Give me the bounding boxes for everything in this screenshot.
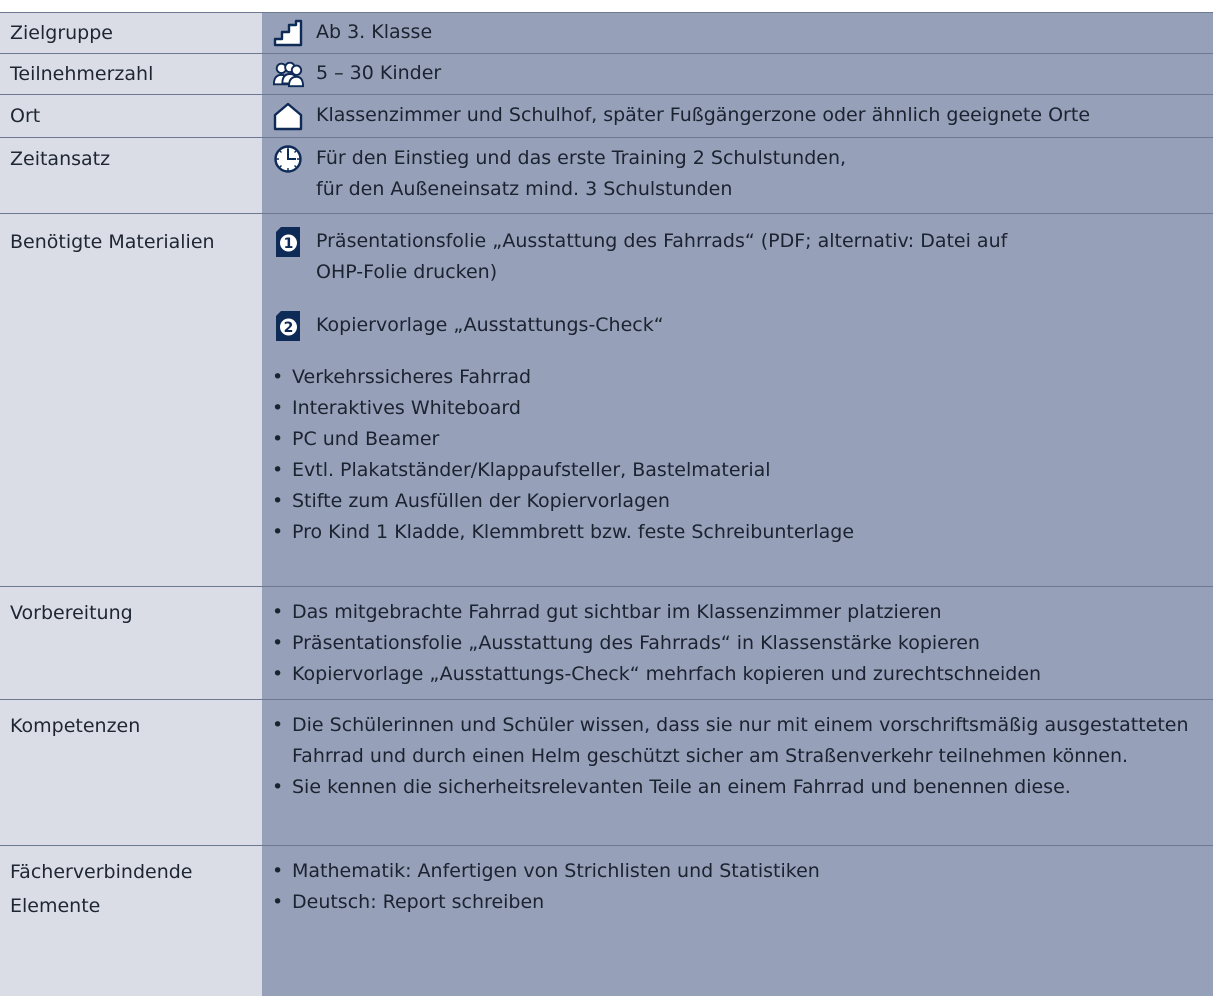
value-zielgruppe: Ab 3. Klasse — [316, 21, 433, 43]
list-item: Kopiervorlage „Ausstattungs-Check“ mehrf… — [272, 659, 1213, 690]
content-zeitansatz: Für den Einstieg und das erste Training … — [262, 138, 1213, 213]
value-ort: Klassenzimmer und Schulhof, später Fußgä… — [316, 104, 1091, 126]
doc-2-text: Kopiervorlage „Ausstattungs-Check“ — [316, 314, 664, 336]
info-table: Zielgruppe Ab 3. Klasse Teilnehmerzahl 5… — [0, 12, 1213, 996]
list-item: Deutsch: Report schreiben — [272, 887, 1213, 918]
content-kompetenzen: Die Schülerinnen und Schüler wissen, das… — [262, 700, 1213, 845]
list-item: Stifte zum Ausfüllen der Kopiervorlagen — [272, 486, 1213, 517]
doc-1-line-1: Präsentationsfolie „Ausstattung des Fahr… — [316, 230, 1008, 252]
zeitansatz-line-2: für den Außeneinsatz mind. 3 Schulstunde… — [316, 178, 733, 200]
label-materialien: Benötigte Materialien — [0, 214, 262, 586]
faecher-list: Mathematik: Anfertigen von Strichlisten … — [272, 856, 1213, 918]
row-vorbereitung: Vorbereitung Das mitgebrachte Fahrrad gu… — [0, 587, 1213, 700]
people-group-icon — [272, 58, 304, 90]
content-materialien: 1 Präsentationsfolie „Ausstattung des Fa… — [262, 214, 1213, 586]
document-1-icon: 1 — [272, 226, 304, 258]
row-zielgruppe: Zielgruppe Ab 3. Klasse — [0, 13, 1213, 54]
label-ort: Ort — [0, 95, 262, 137]
content-zielgruppe: Ab 3. Klasse — [262, 13, 1213, 53]
label-teilnehmerzahl: Teilnehmerzahl — [0, 54, 262, 94]
list-item: Pro Kind 1 Kladde, Klemmbrett bzw. feste… — [272, 517, 1213, 548]
kompetenz-1-line-3: teilnehmen können. — [938, 745, 1129, 767]
list-item: Verkehrssicheres Fahrrad — [272, 362, 1213, 393]
kompetenz-1-line-1: Die Schülerinnen und Schüler wissen, das… — [292, 714, 1039, 736]
value-zeitansatz: Für den Einstieg und das erste Training … — [316, 143, 1213, 205]
zeitansatz-line-1: Für den Einstieg und das erste Training … — [316, 147, 847, 169]
row-faecherverbindend: Fächerverbindende Elemente Mathematik: A… — [0, 846, 1213, 996]
list-item: Interaktives Whiteboard — [272, 393, 1213, 424]
faecher-label-line-2: Elemente — [10, 895, 101, 917]
list-item: Die Schülerinnen und Schüler wissen, das… — [272, 710, 1213, 772]
clock-icon — [272, 143, 304, 175]
label-zielgruppe: Zielgruppe — [0, 13, 262, 53]
document-2-icon: 2 — [272, 310, 304, 342]
materials-list: Verkehrssicheres Fahrrad Interaktives Wh… — [272, 362, 1213, 548]
list-item: Präsentationsfolie „Ausstattung des Fahr… — [272, 628, 1213, 659]
label-faecherverbindend: Fächerverbindende Elemente — [0, 846, 262, 996]
label-kompetenzen: Kompetenzen — [0, 700, 262, 845]
doc-1-badge: 1 — [284, 236, 294, 252]
row-ort: Ort Klassenzimmer und Schulhof, später F… — [0, 95, 1213, 138]
content-teilnehmerzahl: 5 – 30 Kinder — [262, 54, 1213, 94]
doc-2-badge: 2 — [284, 320, 294, 336]
list-item: Das mitgebrachte Fahrrad gut sichtbar im… — [272, 597, 1213, 628]
label-zeitansatz: Zeitansatz — [0, 138, 262, 213]
row-teilnehmerzahl: Teilnehmerzahl 5 – 30 Kinder — [0, 54, 1213, 95]
faecher-label-line-1: Fächerverbindende — [10, 861, 193, 883]
list-item: Mathematik: Anfertigen von Strichlisten … — [272, 856, 1213, 887]
value-teilnehmerzahl: 5 – 30 Kinder — [316, 62, 442, 84]
label-vorbereitung: Vorbereitung — [0, 587, 262, 699]
vorbereitung-list: Das mitgebrachte Fahrrad gut sichtbar im… — [272, 597, 1213, 690]
house-icon — [272, 100, 304, 132]
content-ort: Klassenzimmer und Schulhof, später Fußgä… — [262, 95, 1213, 137]
row-kompetenzen: Kompetenzen Die Schülerinnen und Schüler… — [0, 700, 1213, 846]
content-vorbereitung: Das mitgebrachte Fahrrad gut sichtbar im… — [262, 587, 1213, 699]
list-item: PC und Beamer — [272, 424, 1213, 455]
kompetenzen-list: Die Schülerinnen und Schüler wissen, das… — [272, 710, 1213, 803]
list-item: Evtl. Plakatständer/Klappaufsteller, Bas… — [272, 455, 1213, 486]
row-zeitansatz: Zeitansatz Für den Einstieg und das erst… — [0, 138, 1213, 214]
doc-1-text: Präsentationsfolie „Ausstattung des Fahr… — [316, 226, 1213, 288]
list-item: Sie kennen die sicherheitsrelevanten Tei… — [272, 772, 1213, 803]
doc-1-line-2: OHP-Folie drucken) — [316, 261, 498, 283]
row-materialien: Benötigte Materialien 1 Präsentationsfol… — [0, 214, 1213, 587]
content-faecherverbindend: Mathematik: Anfertigen von Strichlisten … — [262, 846, 1213, 996]
stairs-icon — [272, 17, 304, 49]
